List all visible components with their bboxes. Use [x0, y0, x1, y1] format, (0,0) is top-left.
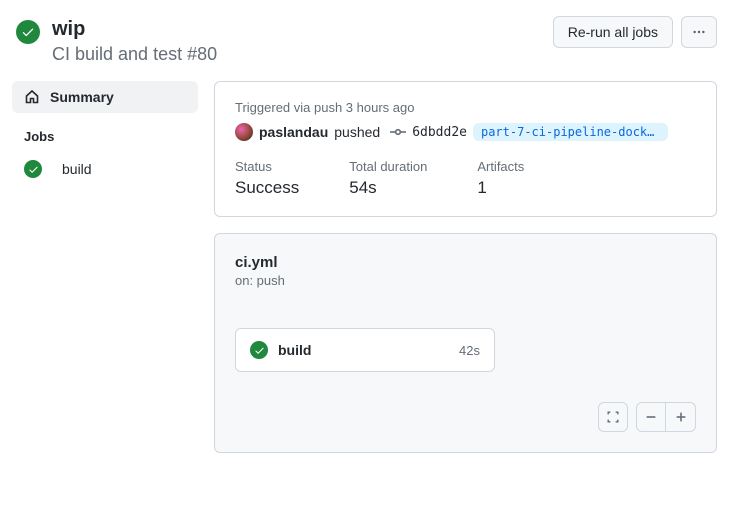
action-text: pushed — [334, 124, 380, 140]
artifacts-label: Artifacts — [477, 159, 524, 174]
rerun-all-jobs-button[interactable]: Re-run all jobs — [553, 16, 673, 48]
status-success-icon — [24, 160, 42, 178]
job-card-build[interactable]: build 42s — [235, 328, 495, 372]
commit-sha-link[interactable]: 6dbdd2e — [412, 125, 467, 140]
zoom-out-button[interactable] — [636, 402, 666, 432]
sidebar-summary[interactable]: Summary — [12, 81, 198, 113]
sidebar-summary-label: Summary — [50, 89, 114, 105]
run-title: wip — [52, 16, 217, 42]
kebab-menu-button[interactable] — [681, 16, 717, 48]
commit-icon — [390, 124, 406, 140]
fullscreen-button[interactable] — [598, 402, 628, 432]
duration-label: Total duration — [349, 159, 427, 174]
home-icon — [24, 89, 40, 105]
avatar[interactable] — [235, 123, 253, 141]
sidebar-job-label: build — [62, 161, 92, 177]
actor-link[interactable]: paslandau — [259, 124, 328, 140]
job-duration: 42s — [459, 343, 480, 358]
sidebar-jobs-heading: Jobs — [12, 113, 198, 152]
artifacts-value[interactable]: 1 — [477, 178, 524, 198]
trigger-text: Triggered via push 3 hours ago — [235, 100, 696, 115]
zoom-in-button[interactable] — [666, 402, 696, 432]
status-label: Status — [235, 159, 299, 174]
sidebar: Summary Jobs build — [8, 81, 198, 453]
run-subtitle[interactable]: CI build and test #80 — [52, 44, 217, 65]
workflow-card: ci.yml on: push build 42s — [214, 233, 717, 453]
sidebar-job-build[interactable]: build — [12, 152, 198, 186]
run-summary-card: Triggered via push 3 hours ago paslandau… — [214, 81, 717, 217]
workflow-on-text: on: push — [235, 273, 696, 288]
workflow-file-name: ci.yml — [235, 254, 696, 271]
status-success-icon — [16, 20, 40, 44]
status-value: Success — [235, 178, 299, 198]
duration-value[interactable]: 54s — [349, 178, 427, 198]
status-success-icon — [250, 341, 268, 359]
job-name: build — [278, 342, 459, 358]
branch-label[interactable]: part-7-ci-pipeline-docker-p… — [473, 123, 668, 141]
